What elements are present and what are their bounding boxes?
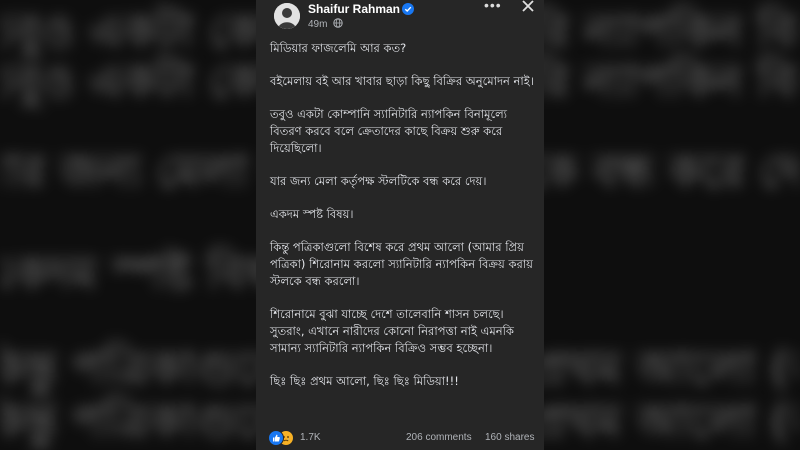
post-paragraph: ছিঃ ছিঃ প্রথম আলো, ছিঃ ছিঃ মিডিয়া!!! xyxy=(270,374,459,388)
post-header: Shaifur Rahman 49m ••• xyxy=(256,0,544,34)
reaction-count[interactable]: 1.7K xyxy=(300,432,321,443)
post-card: Shaifur Rahman 49m ••• মিডিয়ার ফাজলেমি … xyxy=(256,0,544,450)
close-icon[interactable] xyxy=(520,0,536,14)
post-time[interactable]: 49m xyxy=(308,19,327,30)
post-paragraph: মিডিয়ার ফাজলেমি আর কত? xyxy=(270,41,407,55)
post-paragraph: কিন্তু পত্রিকাগুলো বিশেষ করে প্রথম আলো (… xyxy=(270,240,533,288)
more-options-icon[interactable]: ••• xyxy=(484,0,502,13)
globe-icon xyxy=(333,18,343,28)
avatar[interactable] xyxy=(274,3,300,29)
post-paragraph: বইমেলায় বই আর খাবার ছাড়া কিছু বিক্রির … xyxy=(270,74,534,88)
post-meta: 49m xyxy=(308,18,343,30)
like-reaction-icon[interactable] xyxy=(268,430,284,446)
shares-count[interactable]: 160 shares xyxy=(485,432,534,443)
post-footer: 1.7K 206 comments 160 shares xyxy=(256,428,544,448)
post-paragraph: একদম স্পষ্ট বিষয়। xyxy=(270,207,354,221)
verified-badge-icon xyxy=(402,3,414,15)
post-paragraph: তবুও একটা কোম্পানি স্যানিটারি ন্যাপকিন ব… xyxy=(270,107,508,155)
post-paragraph: যার জন্য মেলা কর্তৃপক্ষ স্টলটিকে বন্ধ কর… xyxy=(270,174,487,188)
comments-count[interactable]: 206 comments xyxy=(406,432,472,443)
post-body: মিডিয়ার ফাজলেমি আর কত? বইমেলায় বই আর খ… xyxy=(270,40,538,406)
author-name[interactable]: Shaifur Rahman xyxy=(308,2,400,16)
post-paragraph: শিরোনামে বুঝা যাচ্ছে দেশে তালেবানি শাসন … xyxy=(270,307,514,355)
